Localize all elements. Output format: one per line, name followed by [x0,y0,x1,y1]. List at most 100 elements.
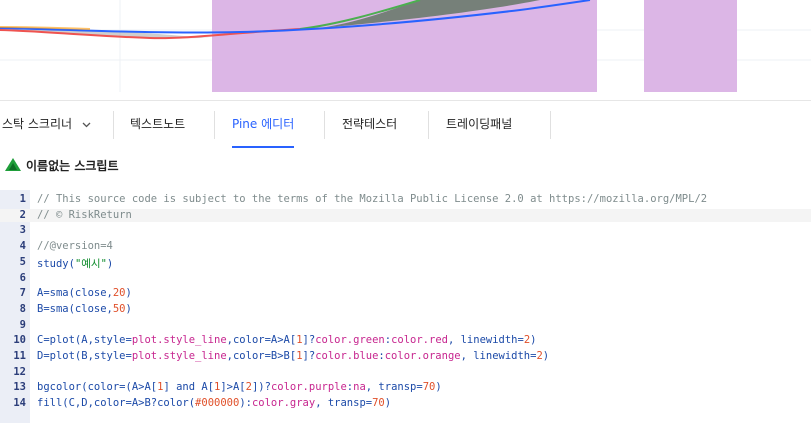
code-line[interactable]: 4 //@version=4 [0,240,811,253]
code-line[interactable]: 2 // © RiskReturn [0,208,811,222]
code-token: ) [125,302,132,315]
code-line[interactable]: 12 [0,366,811,379]
code-token: ,color=A>A[ [226,334,297,347]
code-text: C=plot(A,style=plot.style_line,color=A>A… [37,334,536,346]
bottom-panel-tabs: 스탁 스크리너 텍스트노트 Pine 에디터 전략테스터 트레이딩패널 [0,100,811,149]
line-number: 7 [19,287,26,300]
code-line[interactable]: 6 [0,272,811,285]
code-token: plot.style_line [131,350,227,362]
tab-divider [214,111,215,139]
code-line[interactable]: 1 // This source code is subject to the t… [0,193,811,206]
tab-label: 텍스트노트 [130,117,186,131]
code-token: ) [125,287,132,300]
code-token: ) [435,381,442,394]
line-number: 9 [19,318,26,331]
script-title-bar: 이름없는 스크립트 [0,149,811,182]
tab-pine-editor[interactable]: Pine 에디터 [232,101,295,148]
line-number: 13 [13,381,26,394]
code-line[interactable]: 3 [0,224,811,237]
tab-divider [113,111,114,139]
code-token: //@version=4 [37,240,113,253]
tab-stock-screener[interactable]: 스탁 스크리너 [2,101,91,148]
code-token: // © RiskReturn [37,208,132,221]
code-token: ): [239,397,252,410]
code-token: ,color=B>B[ [226,350,297,362]
code-token: ])? [251,381,271,394]
code-token: ]>A[ [220,381,246,394]
code-token: ) [384,397,392,410]
code-token: "예시" [74,257,107,270]
code-token: 70 [422,381,436,394]
code-token: , linewidth= [447,334,524,347]
script-title[interactable]: 이름없는 스크립트 [26,157,119,174]
code-line[interactable]: 9 [0,319,811,332]
code-line[interactable]: 10 C=plot(A,style=plot.style_line,color=A… [0,334,811,347]
tab-divider [428,111,429,139]
line-number: 14 [13,397,26,410]
chart-area[interactable] [0,0,811,92]
code-token: C=plot(A,style= [37,334,132,347]
code-text: bgcolor(color=(A>A[1] and A[1]>A[2])?col… [37,381,442,393]
code-line[interactable]: 14 fill(C,D,color=A>B?color(#000000):colo… [0,397,811,410]
chevron-down-icon[interactable] [82,101,91,148]
line-number: 5 [19,255,26,268]
line-number: 3 [19,224,26,237]
code-text: A=sma(close,20) [37,287,132,299]
code-token: fill(C,D,color=A>B?color( [37,397,196,410]
line-number: 6 [19,271,26,284]
code-text: D=plot(B,style=plot.style_line,color=B>B… [37,350,549,362]
line-number: 2 [19,208,26,221]
code-token: 50 [112,302,126,315]
tab-divider [550,111,551,139]
code-line[interactable]: 7 A=sma(close,20) [0,287,811,300]
tab-divider [324,111,325,139]
line-number: 1 [19,193,26,205]
code-token: , transp= [315,397,373,410]
line-number: 4 [19,240,26,253]
tab-label: 스탁 스크리너 [2,117,73,131]
code-token: ]? [302,334,316,347]
bgcolor-band [644,0,737,92]
code-token: color.green [315,334,385,347]
code-editor[interactable]: 1 // This source code is subject to the t… [0,190,811,423]
chart-canvas [0,0,811,92]
code-token: ]? [302,350,316,362]
code-token: color.orange [384,350,461,362]
line-number: 8 [19,302,26,315]
code-token: color.purple [270,381,347,394]
code-token: D=plot(B,style= [37,350,132,362]
code-text: B=sma(close,50) [37,303,132,315]
code-token: , transp= [365,381,423,394]
code-token: plot.style_line [131,334,227,347]
line-number: 12 [13,365,26,378]
code-line[interactable]: 11 D=plot(B,style=plot.style_line,color=B… [0,350,811,363]
code-text: study("예시") [37,256,113,271]
code-token: 70 [372,397,385,410]
code-token: ) [106,257,114,270]
code-token: // This source code is subject to the te… [37,193,708,205]
code-text: //@version=4 [37,240,113,252]
tab-label: 전략테스터 [342,117,398,131]
code-token: na [353,381,366,394]
tab-trading-panel[interactable]: 트레이딩패널 [446,101,512,148]
line-number: 10 [13,334,26,347]
code-token: ] and A[ [163,381,215,394]
tab-label: 트레이딩패널 [446,117,513,131]
pine-logo-icon [5,157,21,176]
code-token: color.red [391,334,448,347]
code-token: ) [542,350,550,362]
code-line[interactable]: 8 B=sma(close,50) [0,303,811,316]
code-token: color.gray [251,397,316,410]
code-line[interactable]: 5 study("예시") [0,255,811,271]
code-token: study( [37,257,75,270]
code-text: // © RiskReturn [37,209,132,221]
code-token: color.blue [315,350,379,362]
tab-label: Pine 에디터 [232,117,295,131]
tab-strategy-tester[interactable]: 전략테스터 [342,101,397,148]
code-text: // This source code is subject to the te… [37,193,707,205]
code-token: A=sma(close, [37,287,113,300]
code-token: 20 [112,287,126,300]
code-token: B=sma(close, [37,302,113,315]
tab-text-notes[interactable]: 텍스트노트 [130,101,185,148]
code-line[interactable]: 13 bgcolor(color=(A>A[1] and A[1]>A[2])?c… [0,381,811,394]
